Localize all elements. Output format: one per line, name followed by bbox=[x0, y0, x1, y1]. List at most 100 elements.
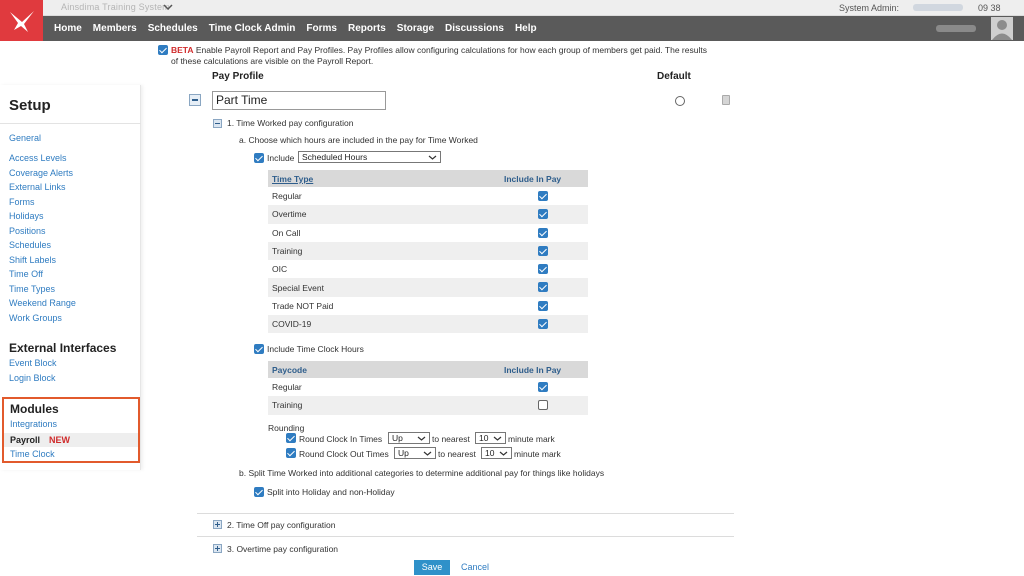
nav-item-schedules[interactable]: Schedules bbox=[148, 23, 198, 34]
beta-enable-checkbox[interactable] bbox=[158, 45, 168, 55]
app-logo[interactable] bbox=[0, 0, 43, 41]
split-holiday-checkbox[interactable] bbox=[254, 487, 264, 497]
include-cell bbox=[500, 241, 588, 261]
round-out-label: Round Clock Out Times bbox=[299, 449, 389, 459]
pay-profile-header: Pay Profile bbox=[212, 71, 264, 82]
nav-item-home[interactable]: Home bbox=[54, 23, 82, 34]
main-nav: Home Members Schedules Time Clock Admin Form… bbox=[43, 16, 1024, 41]
chevron-down-icon[interactable] bbox=[163, 1, 173, 13]
row-label: Trade NOT Paid bbox=[272, 300, 334, 311]
beta-notice-line2: of these calculations are visible on the… bbox=[171, 56, 374, 66]
include-cell bbox=[500, 297, 588, 315]
include-in-pay-checkbox[interactable] bbox=[538, 319, 548, 330]
step-b-label: b. Split Time Worked into additional cat… bbox=[239, 468, 605, 478]
table-row: Training bbox=[268, 396, 588, 415]
include-in-pay-checkbox[interactable] bbox=[538, 191, 548, 201]
trash-icon[interactable] bbox=[722, 95, 730, 105]
table-row: Overtime bbox=[268, 205, 588, 224]
include-in-pay-checkbox[interactable] bbox=[538, 227, 548, 238]
sidebar-item-holidays[interactable]: Holidays bbox=[9, 211, 44, 221]
default-radio[interactable] bbox=[675, 96, 685, 106]
nav-item-reports[interactable]: Reports bbox=[348, 23, 386, 34]
sidebar-item-work-groups[interactable]: Work Groups bbox=[9, 313, 62, 323]
include-label: Include bbox=[267, 153, 295, 163]
section3-title[interactable]: 3. Overtime pay configuration bbox=[227, 544, 338, 554]
sidebar-item-shift-labels[interactable]: Shift Labels bbox=[9, 255, 56, 265]
external-interfaces-title: External Interfaces bbox=[9, 341, 117, 355]
row-label: Training bbox=[268, 241, 500, 261]
row-label: OIC bbox=[272, 264, 288, 275]
cancel-link[interactable]: Cancel bbox=[461, 562, 489, 572]
include-cell bbox=[500, 315, 588, 334]
org-name[interactable]: Ainsdima Training System bbox=[61, 2, 170, 12]
nav-item-members[interactable]: Members bbox=[93, 23, 137, 34]
round-in-direction-select[interactable]: Up bbox=[388, 432, 430, 444]
round-in-label: Round Clock In Times bbox=[299, 434, 383, 444]
sidebar-item-forms[interactable]: Forms bbox=[9, 197, 35, 207]
divider bbox=[197, 536, 734, 537]
sidebar-item-weekend-range[interactable]: Weekend Range bbox=[9, 298, 76, 308]
include-in-pay-checkbox[interactable] bbox=[538, 382, 548, 392]
include-in-pay-checkbox[interactable] bbox=[538, 400, 548, 411]
profile-name-input[interactable]: Part Time bbox=[212, 91, 386, 110]
save-button[interactable]: Save bbox=[414, 560, 450, 575]
collapse-profile-button[interactable] bbox=[189, 94, 201, 106]
section1-title: 1. Time Worked pay configuration bbox=[227, 118, 354, 128]
nav-item-forms[interactable]: Forms bbox=[306, 23, 337, 34]
expand-section2-button[interactable] bbox=[213, 520, 222, 529]
include-in-pay-checkbox[interactable] bbox=[538, 209, 548, 220]
table-row: Training bbox=[268, 241, 588, 261]
round-out-direction-select[interactable]: Up bbox=[394, 447, 436, 459]
table-row: Special Event bbox=[268, 278, 588, 297]
sidebar-item-schedules[interactable]: Schedules bbox=[9, 240, 51, 250]
round-out-checkbox[interactable] bbox=[286, 448, 296, 458]
row-label: Special Event bbox=[268, 278, 500, 297]
section2-title[interactable]: 2. Time Off pay configuration bbox=[227, 520, 336, 530]
include-hours-value: Scheduled Hours bbox=[302, 152, 368, 162]
nav-item-discussions[interactable]: Discussions bbox=[445, 23, 504, 34]
modules-title: Modules bbox=[10, 402, 59, 416]
include-in-pay-checkbox[interactable] bbox=[538, 264, 548, 275]
sidebar-item-event-block[interactable]: Event Block bbox=[9, 358, 57, 368]
avatar[interactable] bbox=[991, 17, 1013, 40]
expand-section3-button[interactable] bbox=[213, 544, 222, 553]
nav-item-help[interactable]: Help bbox=[515, 23, 537, 34]
sidebar-item-integrations[interactable]: Integrations bbox=[10, 419, 57, 429]
sidebar-item-positions[interactable]: Positions bbox=[9, 226, 46, 236]
sidebar-item-payroll[interactable]: Payroll NEW bbox=[4, 433, 138, 447]
time-type-header[interactable]: Time Type bbox=[268, 170, 500, 187]
sidebar-item-time-clock[interactable]: Time Clock bbox=[10, 449, 55, 459]
include-in-pay-checkbox[interactable] bbox=[538, 282, 548, 293]
include-time-clock-checkbox[interactable] bbox=[254, 344, 264, 354]
row-label: COVID-19 bbox=[268, 315, 500, 334]
sidebar-item-time-off[interactable]: Time Off bbox=[9, 269, 43, 279]
nav-item-time-clock-admin[interactable]: Time Clock Admin bbox=[209, 23, 296, 34]
round-in-checkbox[interactable] bbox=[286, 433, 296, 443]
round-in-minutes-select[interactable]: 10 bbox=[475, 432, 506, 444]
round-in-suffix: minute mark bbox=[508, 434, 555, 444]
include-hours-select[interactable]: Scheduled Hours bbox=[298, 151, 441, 163]
bird-logo-icon bbox=[9, 10, 34, 32]
beta-notice-line1: BETA Enable Payroll Report and Pay Profi… bbox=[171, 45, 707, 55]
table-row: OIC bbox=[268, 260, 588, 278]
split-holiday-label: Split into Holiday and non-Holiday bbox=[267, 487, 395, 497]
chevron-down-icon bbox=[417, 436, 426, 441]
round-out-minutes-select[interactable]: 10 bbox=[481, 447, 512, 459]
include-cell bbox=[500, 378, 588, 396]
include-in-pay-checkbox[interactable] bbox=[538, 245, 548, 256]
include-in-pay-checkbox[interactable] bbox=[538, 300, 548, 311]
admin-name-redacted bbox=[913, 4, 963, 11]
sidebar-item-general[interactable]: General bbox=[9, 133, 41, 143]
round-out-direction-value: Up bbox=[398, 448, 409, 458]
round-in-direction-value: Up bbox=[392, 433, 403, 443]
sidebar-item-login-block[interactable]: Login Block bbox=[9, 373, 56, 383]
collapse-section1-button[interactable] bbox=[213, 119, 222, 128]
sidebar-item-time-types[interactable]: Time Types bbox=[9, 284, 55, 294]
beta-tag: BETA bbox=[171, 45, 194, 55]
top-strip: Ainsdima Training System System Admin: 0… bbox=[43, 0, 1024, 16]
sidebar-item-access-levels[interactable]: Access Levels bbox=[9, 153, 67, 163]
include-checkbox[interactable] bbox=[254, 153, 264, 163]
sidebar-item-coverage-alerts[interactable]: Coverage Alerts bbox=[9, 168, 73, 178]
sidebar-item-external-links[interactable]: External Links bbox=[9, 182, 66, 192]
nav-item-storage[interactable]: Storage bbox=[397, 23, 434, 34]
